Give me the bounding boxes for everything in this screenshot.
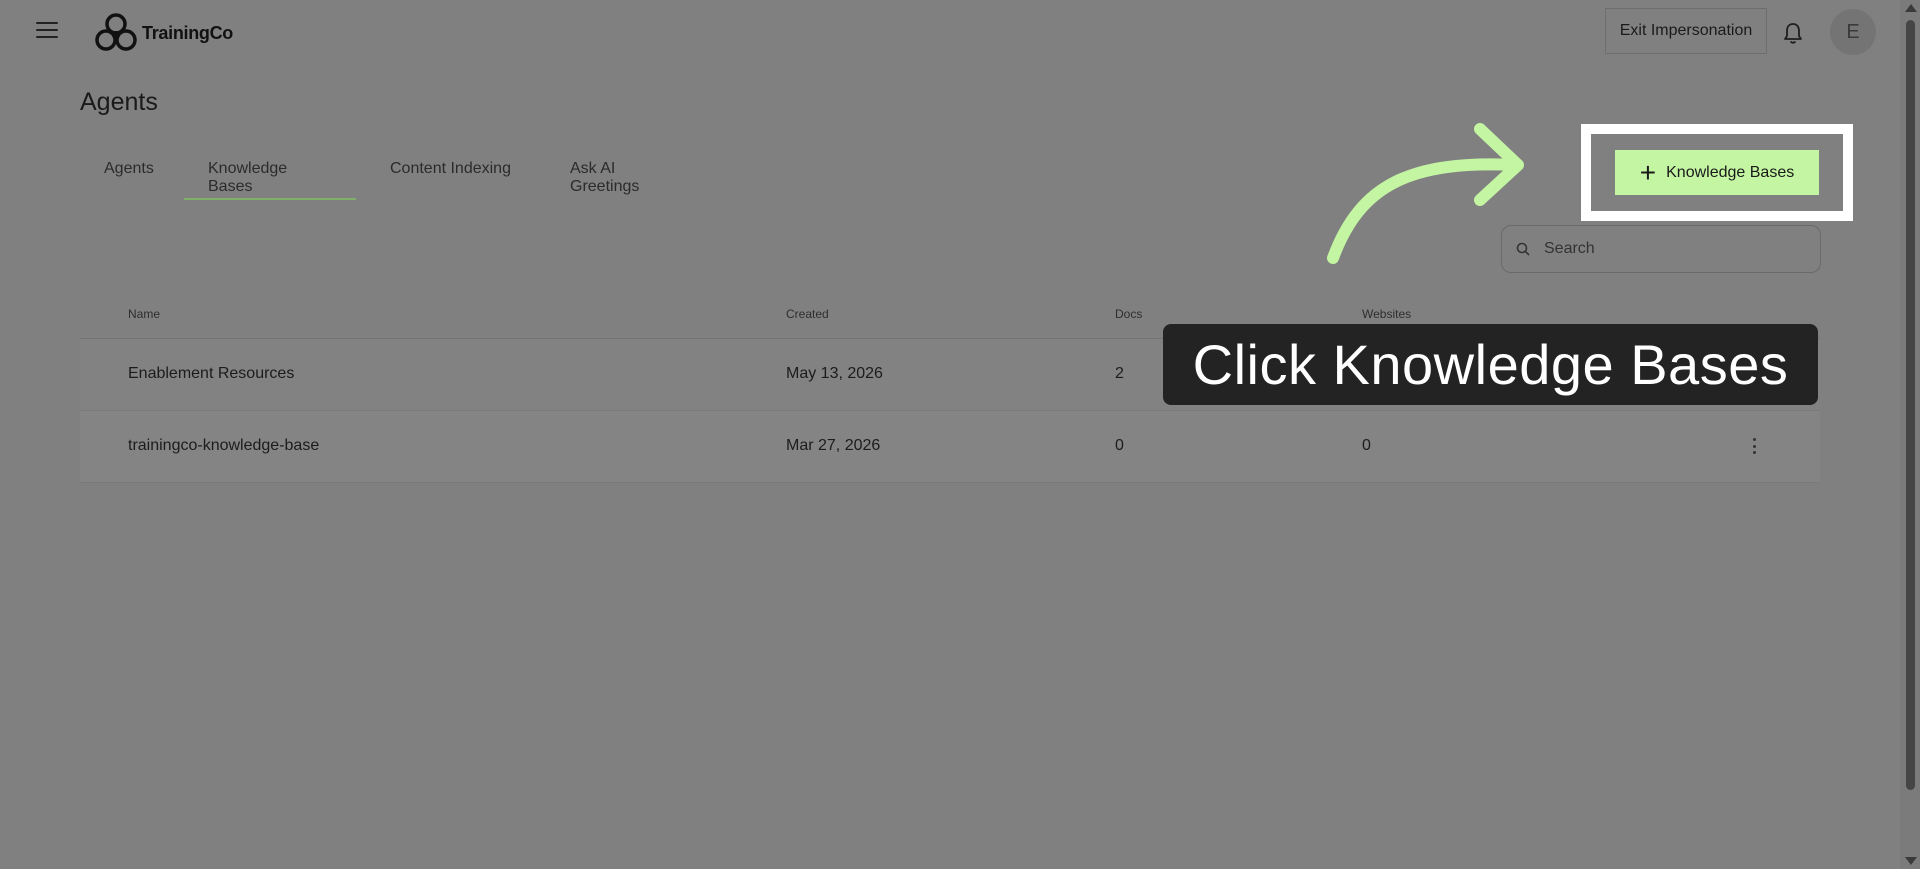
add-knowledge-base-label: Knowledge Bases (1666, 163, 1795, 181)
brand-name: TrainingCo (142, 22, 233, 43)
search-box[interactable] (1501, 225, 1821, 273)
bell-icon[interactable] (1782, 21, 1804, 45)
row-created: May 13, 2026 (786, 365, 883, 382)
brand-logo[interactable]: TrainingCo (94, 12, 233, 54)
add-knowledge-base-button[interactable]: + Knowledge Bases (1615, 150, 1819, 195)
row-name[interactable]: trainingco-knowledge-base (128, 437, 319, 455)
row-created: Mar 27, 2026 (786, 437, 881, 454)
tab-bar: Agents Knowledge Bases Content Indexing … (80, 150, 710, 200)
tab-agents[interactable]: Agents (80, 150, 184, 200)
tab-content-indexing[interactable]: Content Indexing (366, 150, 536, 200)
scrollbar-thumb[interactable] (1906, 20, 1915, 790)
search-input[interactable] (1542, 239, 1806, 259)
top-bar: TrainingCo Exit Impersonation E (0, 0, 1900, 64)
exit-impersonation-button[interactable]: Exit Impersonation (1605, 8, 1767, 54)
pointer-arrow-icon (1327, 123, 1524, 264)
instruction-callout: Click Knowledge Bases (1163, 324, 1818, 405)
table-row[interactable]: trainingco-knowledge-base Mar 27, 2026 0… (80, 411, 1820, 483)
vertical-scrollbar[interactable] (1900, 0, 1920, 869)
page-title: Agents (80, 88, 158, 116)
scroll-down-arrow-icon[interactable] (1905, 857, 1917, 865)
hamburger-icon[interactable] (36, 22, 58, 38)
row-docs: 2 (1115, 365, 1124, 382)
tab-knowledge-bases[interactable]: Knowledge Bases (184, 150, 356, 200)
more-vertical-icon[interactable] (1744, 435, 1764, 457)
brand-mark-icon (95, 13, 137, 51)
column-header-docs[interactable]: Docs (1115, 307, 1142, 321)
highlight-frame: + Knowledge Bases (1581, 124, 1853, 221)
tab-ask-ai-greetings[interactable]: Ask AI Greetings (546, 150, 710, 200)
row-name[interactable]: Enablement Resources (128, 365, 294, 383)
scroll-up-arrow-icon[interactable] (1905, 4, 1917, 12)
column-header-created[interactable]: Created (786, 307, 829, 321)
column-header-websites[interactable]: Websites (1362, 307, 1411, 321)
avatar[interactable]: E (1830, 9, 1876, 55)
plus-icon: + (1639, 156, 1657, 188)
column-header-name[interactable]: Name (128, 307, 160, 321)
row-websites: 0 (1362, 437, 1371, 454)
row-docs: 0 (1115, 437, 1124, 454)
